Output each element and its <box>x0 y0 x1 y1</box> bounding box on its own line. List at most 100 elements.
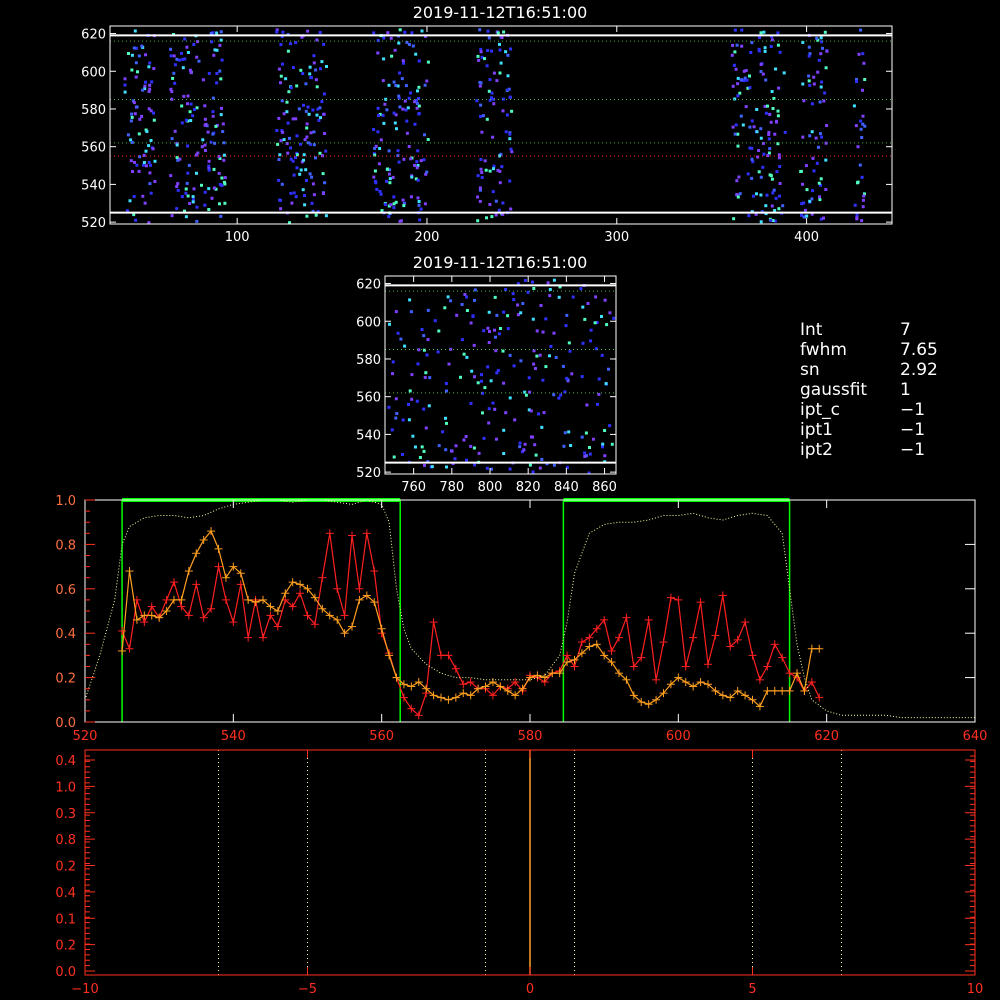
spectrum-pixel <box>472 446 476 450</box>
spectrum-pixel <box>465 355 469 359</box>
spectrum-pixel <box>381 113 385 117</box>
spectrum-pixel <box>170 137 174 141</box>
spectrum-pixel <box>493 295 497 299</box>
spectrum-pixel <box>744 105 748 109</box>
spectrum-pixel <box>375 187 379 191</box>
spectrum-pixel <box>405 131 409 135</box>
spectrum-pixel <box>391 372 394 376</box>
y-tick-label: 620 <box>81 28 106 43</box>
spectrum-pixel <box>314 78 318 82</box>
spectrum-pixel <box>508 353 512 357</box>
spectrum-pixel <box>279 207 283 211</box>
spectrum-pixel <box>465 309 469 312</box>
spectrum-pixel <box>401 107 405 111</box>
spectrum-pixel <box>186 171 190 175</box>
spectrum-pixel <box>392 206 396 210</box>
spectrum-pixel <box>191 114 195 118</box>
spectrum-pixel <box>518 445 522 449</box>
spectrum-pixel <box>745 78 749 82</box>
spectrum-pixel <box>418 218 422 222</box>
spectrum-pixel <box>389 36 393 40</box>
spectrum-pixel <box>424 371 428 375</box>
spectrum-pixel <box>218 43 222 47</box>
spectrum-pixel <box>471 314 475 318</box>
spectrum-pixel <box>325 65 328 68</box>
spectrum-pixel <box>175 207 179 211</box>
red-series-point <box>681 662 690 671</box>
spectrum-pixel <box>279 74 283 78</box>
spectrum-pixel <box>191 195 195 199</box>
spectrum-pixel <box>581 305 585 309</box>
spectrum-pixel <box>509 147 513 151</box>
spectrum-pixel <box>759 193 763 197</box>
spectrum-pixel <box>203 143 207 147</box>
spectrum-pixel <box>445 421 448 425</box>
spectrum-pixel <box>860 136 864 139</box>
red-series-point <box>214 562 223 571</box>
spectrum-pixel <box>852 104 856 108</box>
spectrum-pixel <box>319 67 322 71</box>
spectrum-pixel <box>498 48 502 52</box>
spectrum-pixel <box>387 149 391 153</box>
spectrum-pixel <box>437 444 441 448</box>
spectrum-pixel <box>315 113 319 117</box>
spectrum-pixel <box>197 59 201 63</box>
spectrum-pixel <box>410 397 414 401</box>
spectrum-pixel <box>321 192 325 195</box>
spectrum-pixel <box>778 50 782 54</box>
spectrum-pixel <box>820 80 824 84</box>
spectrum-pixel <box>764 78 768 82</box>
orange-series-point <box>251 598 260 607</box>
spectrum-pixel <box>594 295 598 299</box>
spectrum-pixel <box>282 138 286 142</box>
spectrum-pixel <box>221 130 225 133</box>
spectrum-pixel <box>416 89 419 93</box>
spectrum-pixel <box>735 43 739 47</box>
spectrum-pixel <box>148 61 152 65</box>
spectrum-pixel <box>396 154 400 158</box>
spectrum-pixel <box>223 201 227 205</box>
red-series-point <box>748 651 757 660</box>
orange-series-point <box>459 689 468 698</box>
info-row: ipt_c −1 <box>800 400 990 420</box>
red-series-point <box>615 633 623 642</box>
spectrum-pixel <box>554 356 558 359</box>
spectrum-pixel <box>608 424 612 428</box>
spectrum-pixel <box>389 203 393 207</box>
red-series-point <box>459 680 468 689</box>
spectrum-pixel <box>861 205 865 209</box>
profile-panel: 520 540 560 580 600 620 640 0.0 0.2 0.4 0.6 0.8 1.0 <box>55 494 987 744</box>
spectrum-pixel <box>498 42 501 46</box>
spectrum-pixel <box>532 287 536 290</box>
spectrum-pixel <box>132 46 136 50</box>
spectrum-pixel <box>426 138 430 141</box>
y-tick-label: 0.4 <box>55 886 76 901</box>
spectrum-pixel <box>169 174 173 178</box>
spectrum-pixel <box>377 114 380 117</box>
spectrum-pixel <box>485 117 489 121</box>
spectrum-pixel <box>469 401 473 405</box>
spectrum-pixel <box>422 158 426 162</box>
spectrum-pixel <box>816 70 820 74</box>
spectrum-pixel <box>303 138 307 142</box>
spectrum-pixel <box>473 288 477 292</box>
spectrum-pixel <box>397 41 401 45</box>
spectrum-pixel <box>470 369 474 373</box>
spectrum-pixel <box>591 437 595 441</box>
spectrum-pixel <box>509 47 513 51</box>
spectrum-pixel <box>733 28 737 32</box>
spectrum-pixel <box>153 180 157 183</box>
spectrum-pixel <box>415 102 419 106</box>
spectrum-pixel <box>552 463 556 467</box>
spectrum-pixel <box>771 107 775 110</box>
spectrum-pixel <box>281 130 285 134</box>
spectrum-pixel <box>322 112 326 116</box>
spectrum-pixel <box>501 349 505 353</box>
spectrum-pixel <box>287 90 291 94</box>
spectrum-pixel <box>506 327 510 331</box>
spectrum-pixel <box>134 61 138 65</box>
spectrum-pixel <box>409 195 413 199</box>
spectrum-pixel <box>286 121 290 125</box>
spectrum-pixel <box>303 194 306 197</box>
spectrum-pixel <box>306 105 310 109</box>
